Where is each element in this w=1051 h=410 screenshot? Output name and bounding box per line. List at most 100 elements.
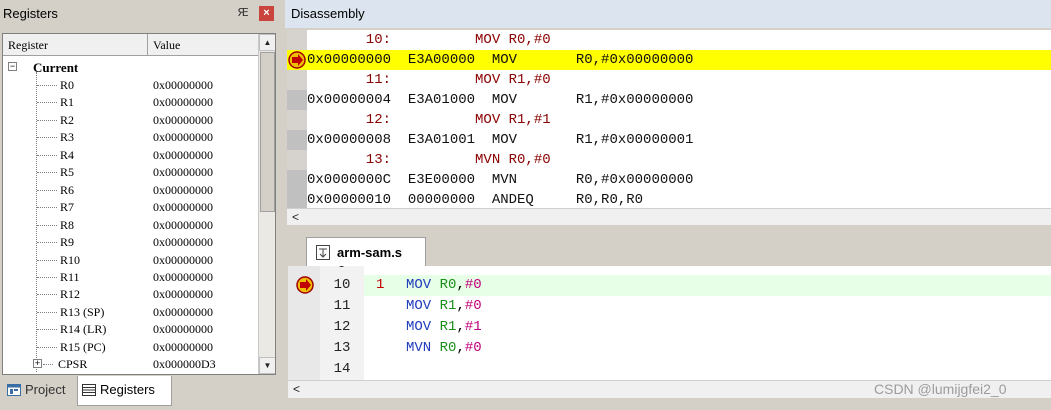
register-row[interactable]: R6 0x00000000 [3, 182, 258, 199]
register-row[interactable]: R4 0x00000000 [3, 147, 258, 164]
register-value[interactable]: 0x00000000 [153, 147, 213, 164]
source-editor[interactable]: 9 10 1 MOV R0, #0 11MOV R1,#012MOV R1,#1 13 MVN… [288, 266, 1051, 381]
register-value[interactable]: 0x00000000 [153, 77, 213, 94]
disassembly-source-line[interactable]: 12: MOV R1,#1 [287, 110, 1051, 130]
disassembly-source-line[interactable]: 13: MVN R0,#0 [287, 150, 1051, 170]
register-value[interactable]: 0x00000000 [153, 252, 213, 269]
register-row[interactable]: R3 0x00000000 [3, 129, 258, 146]
register-value[interactable]: 0x00000000 [153, 339, 213, 356]
column-header-value[interactable]: Value [148, 34, 258, 56]
register-value[interactable]: 0x00000000 [153, 234, 213, 251]
disassembly-instruction-line[interactable]: 0x00000000 E3A00000 MOV R0,#0x00000000 [287, 50, 1051, 70]
register-value[interactable]: 0x00000000 [153, 94, 213, 111]
register-name: R5 [60, 165, 75, 180]
scroll-down-button[interactable]: ▼ [259, 357, 275, 374]
disassembly-title: Disassembly [291, 6, 365, 21]
scroll-up-button[interactable]: ▲ [259, 34, 275, 51]
register-row[interactable]: R14 (LR) 0x00000000 [3, 321, 258, 338]
line-marker: 1 [376, 277, 385, 293]
register-value[interactable]: 0x00000000 [153, 286, 213, 303]
line-text: 0x00000000 E3A00000 MOV R0,#0x00000000 [307, 52, 694, 68]
register-row[interactable]: R11 0x00000000 [3, 269, 258, 286]
pin-icon[interactable]: Ԙ [237, 6, 249, 20]
register-value[interactable]: 0x00000000 [153, 304, 213, 321]
tree-connector [37, 189, 57, 191]
code-line[interactable]: 10 1 MOV R0,#0 [288, 275, 1051, 296]
register-value[interactable]: 0x00000000 [153, 129, 213, 146]
register-row[interactable]: R9 0x00000000 [3, 234, 258, 251]
register-row[interactable]: R13 (SP) 0x00000000 [3, 304, 258, 321]
register-value[interactable]: 0x00000000 [153, 182, 213, 199]
code-line[interactable]: 12 MOV R1,#1 [288, 317, 1051, 338]
line-number: 9 [320, 266, 364, 275]
tree-connector [37, 311, 57, 313]
tab-arm-sam[interactable]: arm-sam.s [306, 237, 426, 266]
gutter-marker [287, 90, 307, 110]
scroll-left-button[interactable]: < [287, 209, 304, 225]
disassembly-source-line[interactable]: 11: MOV R1,#0 [287, 70, 1051, 90]
bottom-tabs: Project Registers [0, 376, 280, 408]
register-operand: R1 [439, 298, 457, 314]
code-line[interactable]: 11 MOV R1,#0 [288, 296, 1051, 317]
register-value[interactable]: 0x00000000 [153, 321, 213, 338]
register-value[interactable]: 0x00000000 [153, 269, 213, 286]
tree-connector [37, 207, 57, 209]
tab-project[interactable]: Project [3, 376, 75, 406]
register-name: R15 (PC) [60, 339, 106, 354]
line-text: 10: MOV R0,#0 [307, 32, 551, 48]
registers-scrollbar[interactable]: ▲ ▼ [258, 34, 275, 374]
disassembly-instruction-line[interactable]: 0x00000010 00000000 ANDEQ R0,R0,R0 [287, 190, 1051, 210]
register-value[interactable]: 0x000000D3 [153, 356, 216, 373]
line-text: 11: MOV R1,#0 [307, 72, 551, 88]
register-row[interactable]: R2 0x00000000 [3, 112, 258, 129]
register-row[interactable]: R15 (PC) 0x00000000 [3, 339, 258, 356]
scroll-left-button[interactable]: < [288, 381, 305, 397]
register-value[interactable]: 0x00000000 [153, 217, 213, 234]
disassembly-instruction-line[interactable]: 0x0000000C E3E00000 MVN R0,#0x00000000 [287, 170, 1051, 190]
register-row[interactable]: R1 0x00000000 [3, 94, 258, 111]
tab-registers-label: Registers [100, 382, 155, 397]
tree-connector [43, 364, 53, 365]
register-value[interactable]: 0x00000000 [153, 112, 213, 129]
tree-connector [37, 329, 57, 331]
tree-row-cpsr[interactable]: + CPSR 0x000000D3 [3, 356, 258, 373]
register-operand: R1 [439, 319, 457, 335]
register-row[interactable]: R5 0x00000000 [3, 164, 258, 181]
tab-registers[interactable]: Registers [77, 376, 172, 406]
register-row[interactable]: R0 0x00000000 [3, 77, 258, 94]
register-name: R9 [60, 235, 75, 250]
expand-icon[interactable]: + [33, 359, 42, 368]
line-number: 13 [333, 340, 351, 356]
tree-group-current[interactable]: − Current [3, 59, 258, 76]
register-row[interactable]: R10 0x00000000 [3, 252, 258, 269]
scroll-thumb[interactable] [260, 52, 275, 212]
code-line[interactable]: 14 [288, 359, 1051, 380]
register-name: R13 (SP) [60, 304, 105, 319]
disassembly-view[interactable]: 10: MOV R0,#0 0x00000000 E3A00000 MOV R0,… [287, 30, 1051, 210]
disassembly-instruction-line[interactable]: 0x00000008 E3A01001 MOV R1,#0x00000001 [287, 130, 1051, 150]
disassembly-instruction-line[interactable]: 0x00000004 E3A01000 MOV R1,#0x00000000 [287, 90, 1051, 110]
operand-separator: , [456, 298, 465, 314]
register-value[interactable]: 0x00000000 [153, 164, 213, 181]
mnemonic: MVN [406, 340, 432, 356]
collapse-icon[interactable]: − [8, 62, 17, 71]
disassembly-hscrollbar[interactable]: < [287, 208, 1051, 225]
register-operand: R0 [439, 277, 457, 293]
register-row[interactable]: R7 0x00000000 [3, 199, 258, 216]
close-button[interactable]: × [259, 6, 274, 21]
register-row[interactable]: R8 0x00000000 [3, 217, 258, 234]
line-number: 10 [333, 277, 351, 293]
register-row[interactable]: R12 0x00000000 [3, 286, 258, 303]
disassembly-source-line[interactable]: 10: MOV R0,#0 [287, 30, 1051, 50]
tab-project-label: Project [25, 382, 66, 397]
line-number: 14 [333, 361, 351, 377]
immediate-operand: #0 [464, 340, 482, 356]
code-line[interactable]: 9 [288, 266, 1051, 275]
mnemonic: MOV [406, 319, 432, 335]
registers-icon [82, 384, 96, 396]
code-line[interactable]: 13 MVN R0,#0 [288, 338, 1051, 359]
column-header-register[interactable]: Register [3, 34, 148, 56]
register-name: R10 [60, 252, 81, 267]
register-value[interactable]: 0x00000000 [153, 199, 213, 216]
tree-connector [37, 85, 57, 86]
